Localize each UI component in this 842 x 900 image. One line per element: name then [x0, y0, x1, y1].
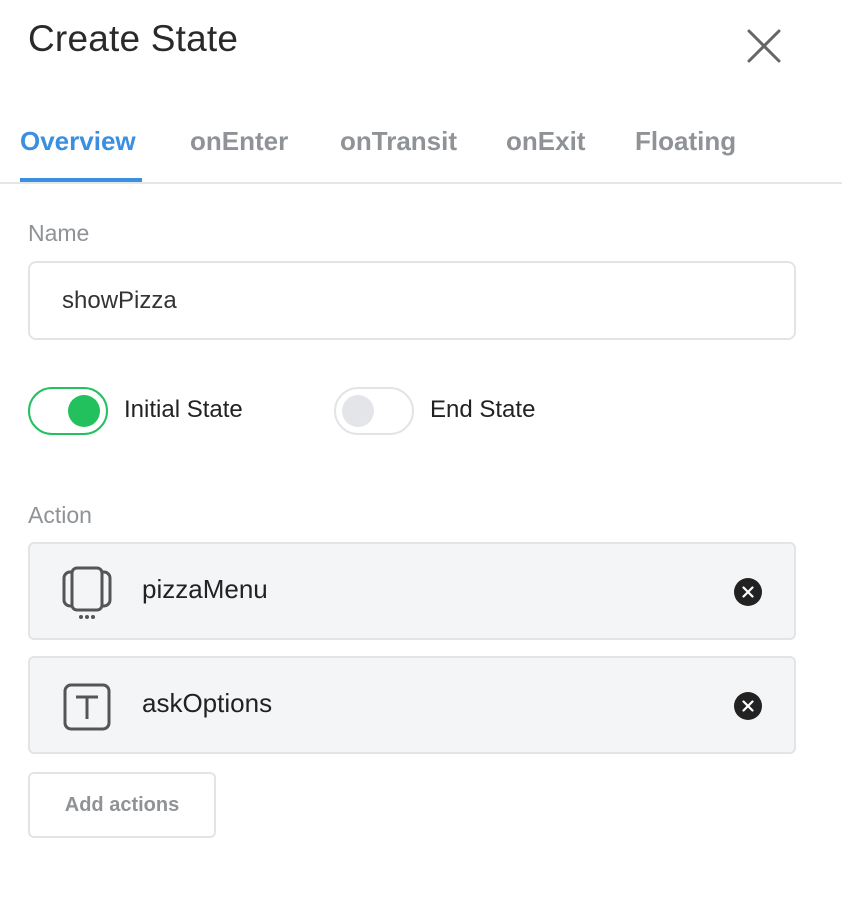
tab-onexit[interactable]: onExit	[506, 126, 585, 175]
page-title: Create State	[28, 18, 239, 59]
end-state-label: End State	[430, 396, 536, 423]
name-label: Name	[28, 220, 90, 246]
close-icon	[742, 586, 754, 598]
name-input[interactable]	[28, 261, 796, 340]
close-button[interactable]	[742, 24, 786, 68]
tab-onenter[interactable]: onEnter	[190, 126, 288, 175]
tab-floating[interactable]: Floating	[635, 126, 736, 175]
toggle-knob	[68, 395, 100, 427]
action-label: Action	[28, 502, 92, 528]
tab-overview[interactable]: Overview	[20, 126, 136, 175]
initial-state-label: Initial State	[124, 396, 243, 423]
remove-action-button[interactable]	[734, 578, 762, 606]
action-item-askoptions[interactable]: askOptions	[28, 656, 796, 754]
close-icon	[747, 29, 781, 63]
tab-bar: Overview onEnter onTransit onExit Floati…	[0, 112, 842, 184]
create-state-panel: Create State Overview onEnter onTransit …	[0, 0, 842, 900]
tab-ontransit[interactable]: onTransit	[340, 126, 457, 175]
end-state-toggle[interactable]	[334, 387, 414, 435]
carousel-icon	[62, 566, 112, 619]
action-item-pizzamenu[interactable]: pizzaMenu	[28, 542, 796, 640]
close-icon	[742, 700, 754, 712]
action-name: pizzaMenu	[142, 574, 268, 604]
remove-action-button[interactable]	[734, 692, 762, 720]
action-name: askOptions	[142, 688, 273, 718]
text-icon	[63, 683, 111, 731]
add-actions-button[interactable]: Add actions	[28, 772, 216, 838]
toggle-knob	[342, 395, 374, 427]
active-tab-indicator	[20, 178, 142, 182]
initial-state-toggle[interactable]	[28, 387, 108, 435]
